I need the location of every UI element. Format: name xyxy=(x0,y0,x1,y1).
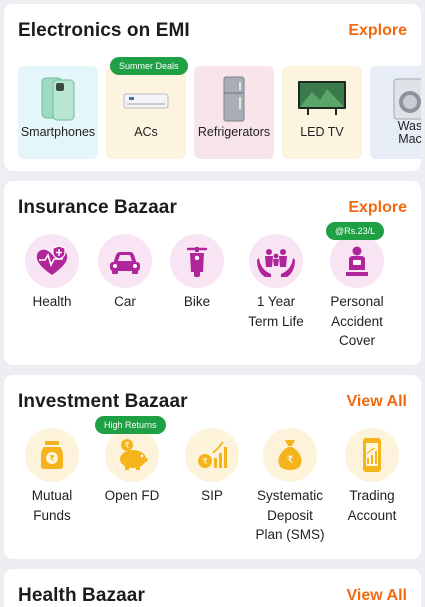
insurance-card: Insurance Bazaar Explore Health Car Bike… xyxy=(4,181,421,365)
health-view-all-link[interactable]: View All xyxy=(347,587,407,605)
sip-icon-circle: ₹ xyxy=(185,428,239,482)
investment-title: Investment Bazaar xyxy=(18,391,188,412)
svg-text:₹: ₹ xyxy=(202,457,207,466)
price-badge: @Rs.23/L xyxy=(326,222,385,240)
air-conditioner-icon xyxy=(123,93,169,109)
trading-icon-circle xyxy=(345,428,399,482)
family-hands-icon xyxy=(257,249,295,277)
investment-view-all-link[interactable]: View All xyxy=(347,393,407,411)
electronics-label: Smartphones xyxy=(20,125,96,139)
investment-item-label: SIP xyxy=(201,488,223,503)
insurance-explore-link[interactable]: Explore xyxy=(348,199,407,217)
phone-chart-icon xyxy=(363,438,381,472)
electronics-card: Electronics on EMI Explore Smartphones A… xyxy=(4,4,421,171)
mutual-funds-icon-circle: ₹ xyxy=(25,428,79,482)
refrigerator-icon xyxy=(223,76,245,122)
smartphone-icon xyxy=(41,77,75,121)
scooter-icon xyxy=(186,247,208,277)
health-icon-circle xyxy=(25,234,79,288)
electronics-tile-washing-machine[interactable]: Was Mac xyxy=(370,66,421,159)
open-fd-icon-circle: ₹ xyxy=(105,428,159,482)
investment-item-label: Mutual Funds xyxy=(31,488,73,523)
electronics-label: Was Mac xyxy=(397,119,421,146)
family-icon-circle xyxy=(249,234,303,288)
high-returns-badge: High Returns xyxy=(95,416,166,434)
investment-card: Investment Bazaar View All ₹ Mutual Fund… xyxy=(4,375,421,559)
insurance-title: Insurance Bazaar xyxy=(18,197,177,218)
insurance-header: Insurance Bazaar Explore xyxy=(18,195,407,221)
coins-growth-icon: ₹ xyxy=(198,441,227,468)
coin-jar-icon: ₹ xyxy=(41,441,63,469)
electronics-tile-smartphones[interactable]: Smartphones xyxy=(18,66,98,159)
washing-machine-icon xyxy=(393,78,421,120)
electronics-title: Electronics on EMI xyxy=(18,20,190,41)
health-header: Health Bazaar View All xyxy=(18,583,407,607)
heart-shield-icon xyxy=(36,245,68,275)
investment-header: Investment Bazaar View All xyxy=(18,389,407,415)
health-title: Health Bazaar xyxy=(18,585,145,606)
health-card: Health Bazaar View All xyxy=(4,569,421,607)
money-bag-icon: ₹ xyxy=(278,440,302,470)
svg-text:₹: ₹ xyxy=(287,455,293,466)
electronics-label: ACs xyxy=(134,125,158,139)
investment-item-label: Systematic Deposit Plan (SMS) xyxy=(255,488,325,542)
electronics-tile-refrigerators[interactable]: Refrigerators xyxy=(194,66,274,159)
television-icon xyxy=(298,81,346,115)
electronics-tile-led-tv[interactable]: LED TV xyxy=(282,66,362,159)
electronics-tile-acs[interactable]: ACs xyxy=(106,66,186,159)
car-icon-circle xyxy=(98,234,152,288)
electronics-label: Refrigerators xyxy=(197,125,271,139)
svg-text:₹: ₹ xyxy=(49,454,54,463)
electronics-header: Electronics on EMI Explore xyxy=(18,18,407,44)
electronics-explore-link[interactable]: Explore xyxy=(348,22,407,40)
electronics-carousel[interactable]: Smartphones ACs Refrigerators LED TV Was… xyxy=(18,57,421,159)
car-icon xyxy=(110,252,140,274)
insurance-item-label: Bike xyxy=(183,294,211,309)
summer-deals-badge: Summer Deals xyxy=(110,57,188,75)
svg-text:₹: ₹ xyxy=(124,441,129,450)
insurance-item-label: Personal Accident Cover xyxy=(330,294,384,348)
scooter-icon-circle xyxy=(170,234,224,288)
injured-person-icon xyxy=(346,246,368,276)
investment-item-label: Open FD xyxy=(104,488,160,503)
insurance-item-label: Car xyxy=(114,294,136,309)
sms-icon-circle: ₹ xyxy=(263,428,317,482)
insurance-item-label: Health xyxy=(32,294,72,309)
investment-item-label: Trading Account xyxy=(347,488,397,523)
insurance-item-label: 1 Year Term Life xyxy=(248,294,304,329)
accident-icon-circle xyxy=(330,234,384,288)
piggy-bank-icon: ₹ xyxy=(120,439,148,470)
electronics-label: LED TV xyxy=(300,125,344,139)
